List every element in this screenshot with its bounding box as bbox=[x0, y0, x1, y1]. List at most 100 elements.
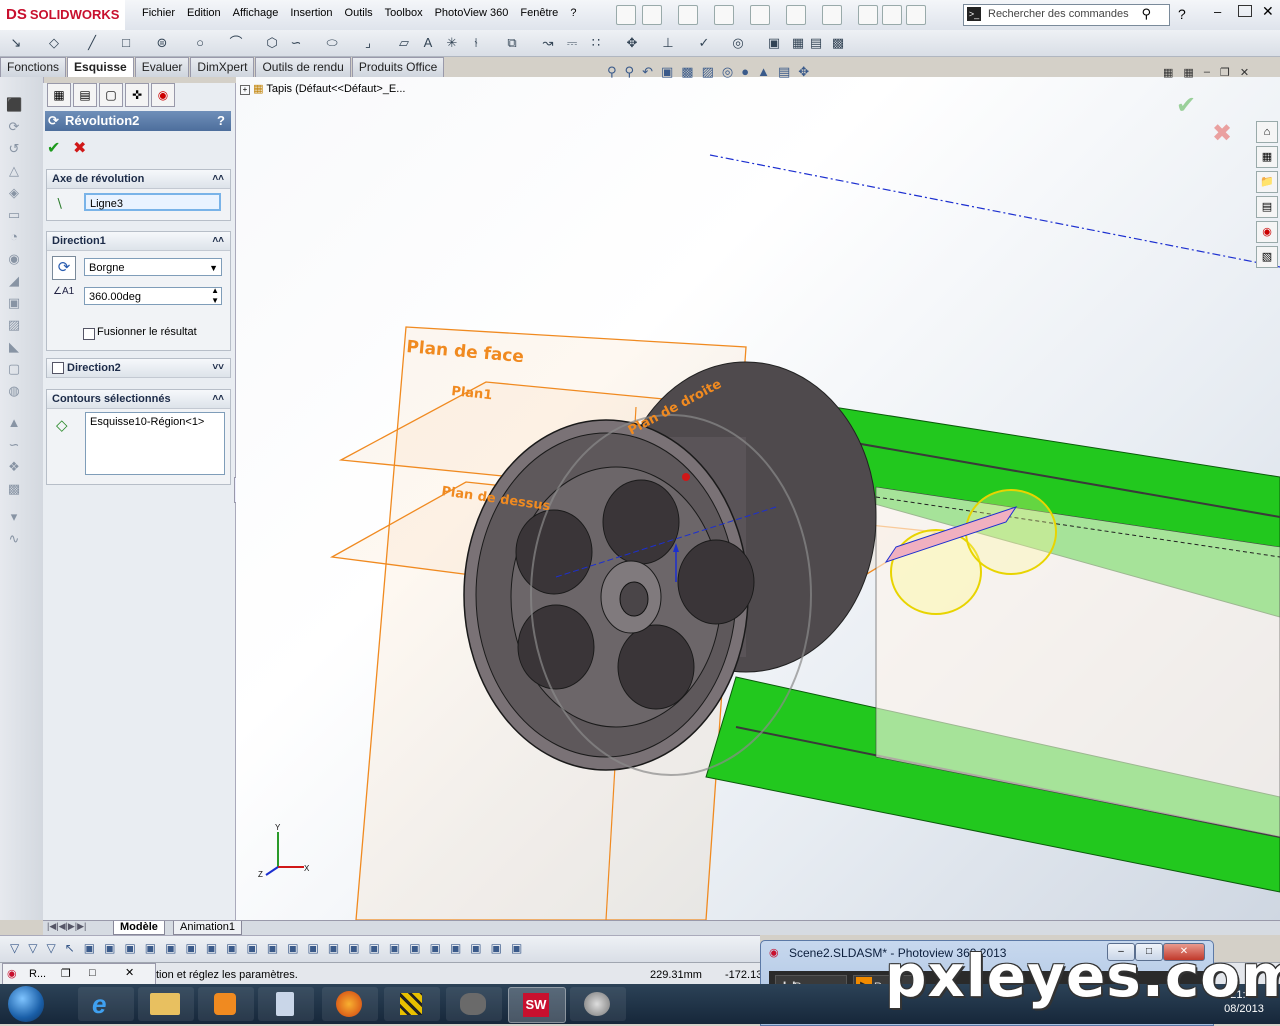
filter-sketch-icon[interactable]: ▣ bbox=[145, 941, 156, 955]
collapse-icon[interactable]: ˄˄ bbox=[212, 170, 224, 188]
open-icon[interactable] bbox=[678, 5, 698, 25]
task-close-icon[interactable]: ✕ bbox=[125, 966, 134, 979]
view-palette-icon[interactable]: ▤ bbox=[1256, 196, 1278, 218]
start-button[interactable] bbox=[8, 986, 44, 1022]
boundary-icon[interactable]: ◈ bbox=[6, 185, 22, 201]
ellipse-icon[interactable]: ⬭ bbox=[324, 35, 340, 51]
appearance-icon[interactable]: ● bbox=[741, 64, 749, 80]
fillet-feature-icon[interactable]: ◢ bbox=[6, 273, 22, 289]
menu-insertion[interactable]: Insertion bbox=[284, 7, 338, 19]
tab-animation1[interactable]: Animation1 bbox=[173, 921, 243, 935]
direction2-checkbox[interactable] bbox=[52, 362, 64, 374]
spin-icon[interactable]: ▲ ▼ bbox=[211, 286, 219, 306]
tab-scroll-icon[interactable]: |◀|◀|▶|▶| bbox=[47, 921, 86, 932]
rapid-sketch-icon[interactable]: ▣ bbox=[766, 35, 782, 51]
appearances-icon[interactable]: ◉ bbox=[1256, 221, 1278, 243]
file-explorer-taskbar-icon[interactable] bbox=[138, 987, 194, 1021]
collapse-icon[interactable]: ˄˄ bbox=[212, 232, 224, 250]
filter-surface-icon[interactable]: ▣ bbox=[267, 941, 278, 955]
cancel-button[interactable]: ✖ bbox=[73, 138, 86, 158]
reverse-direction-icon[interactable]: ⟳ bbox=[52, 256, 76, 280]
scene-icon[interactable]: ▲ bbox=[757, 64, 770, 80]
cut-revolve-icon[interactable]: ◔ bbox=[6, 229, 22, 245]
quick-snaps-icon[interactable]: ◎ bbox=[730, 35, 746, 51]
instant3d-icon[interactable]: ❖ bbox=[6, 459, 22, 475]
solidworks-logo[interactable]: DS SOLIDWORKS bbox=[0, 0, 125, 30]
confirm-corner-ok-icon[interactable]: ✔ bbox=[1176, 91, 1196, 120]
sweep-icon[interactable]: ↺ bbox=[6, 141, 22, 157]
display-manager-icon[interactable]: ◉ bbox=[151, 83, 175, 107]
command-search[interactable]: >_ Rechercher des commandes ⚲ bbox=[963, 4, 1170, 26]
curves-icon[interactable]: ∽ bbox=[6, 437, 22, 453]
help-icon[interactable]: ? bbox=[1178, 6, 1186, 22]
offset-icon[interactable]: ↝ bbox=[540, 35, 556, 51]
filter-dimension-icon[interactable]: ▣ bbox=[226, 941, 237, 955]
plane-icon[interactable]: ▱ bbox=[396, 35, 412, 51]
spline-tools-icon[interactable]: ∿ bbox=[6, 531, 22, 547]
fillet-icon[interactable]: ⌟ bbox=[360, 35, 376, 51]
linear-pattern-icon[interactable]: ∷ bbox=[588, 35, 604, 51]
search-icon[interactable]: ⚲ bbox=[1141, 6, 1151, 22]
task-maximize-icon[interactable]: □ bbox=[89, 967, 96, 979]
close-icon[interactable]: ✕ bbox=[1262, 3, 1274, 20]
menu-fenetre[interactable]: Fenêtre bbox=[514, 7, 564, 19]
reference-geometry-icon[interactable]: ▲ bbox=[6, 415, 22, 431]
menu-affichage[interactable]: Affichage bbox=[227, 7, 285, 19]
undo-icon[interactable] bbox=[786, 5, 806, 25]
merge-result-checkbox[interactable] bbox=[83, 328, 95, 340]
arc-icon[interactable]: ⌒ bbox=[228, 35, 244, 51]
menu-toolbox[interactable]: Toolbox bbox=[379, 7, 429, 19]
media-player-icon[interactable] bbox=[198, 987, 254, 1021]
viewport-close-icon[interactable]: ✕ bbox=[1240, 66, 1249, 79]
filter-face-icon[interactable]: ▣ bbox=[124, 941, 135, 955]
dimxpert-manager-icon[interactable]: ✜ bbox=[125, 83, 149, 107]
filter-axis-icon[interactable]: ▣ bbox=[185, 941, 196, 955]
file-explorer-icon[interactable]: 📁 bbox=[1256, 171, 1278, 193]
rib-icon[interactable]: ▨ bbox=[6, 317, 22, 333]
wrap-icon[interactable]: ◍ bbox=[6, 383, 22, 399]
viewport-restore-icon[interactable]: ❐ bbox=[1220, 66, 1230, 79]
filter-gtol-icon[interactable]: ▣ bbox=[348, 941, 359, 955]
filter-vertex-icon[interactable]: ▣ bbox=[84, 941, 95, 955]
configuration-manager-icon[interactable]: ▢ bbox=[99, 83, 123, 107]
new-document-icon[interactable] bbox=[642, 5, 662, 25]
list-item[interactable]: Esquisse10-Région<1> bbox=[86, 413, 224, 431]
design-library-icon[interactable]: ▦ bbox=[1256, 146, 1278, 168]
flyout-icon[interactable]: ▾ bbox=[6, 509, 22, 525]
display-style-icon[interactable]: ▨ bbox=[702, 64, 714, 80]
help-button[interactable]: ? bbox=[217, 111, 225, 131]
hole-icon[interactable]: ◉ bbox=[6, 251, 22, 267]
polygon-icon[interactable]: ⬡ bbox=[264, 35, 280, 51]
point-icon[interactable]: ✳ bbox=[444, 35, 460, 51]
menu-help[interactable]: ? bbox=[564, 7, 582, 19]
internet-explorer-icon[interactable]: e bbox=[78, 987, 134, 1021]
filter-datum-icon[interactable]: ▣ bbox=[328, 941, 339, 955]
menu-photoview[interactable]: PhotoView 360 bbox=[429, 7, 515, 19]
file-properties-icon[interactable] bbox=[882, 5, 902, 25]
photoview-taskbar-icon[interactable] bbox=[570, 987, 626, 1021]
select-icon[interactable] bbox=[822, 5, 842, 25]
confirm-corner-cancel-icon[interactable]: ✖ bbox=[1212, 119, 1232, 148]
viewport-split-icon[interactable]: ▦ bbox=[1163, 66, 1173, 79]
task-restore-icon[interactable]: ❐ bbox=[61, 967, 71, 980]
app-yellow-icon[interactable] bbox=[384, 987, 440, 1021]
direction-type-select[interactable]: Borgne ▼ bbox=[84, 258, 222, 276]
calculator-icon[interactable] bbox=[258, 987, 314, 1021]
rectangle-icon[interactable]: □ bbox=[118, 35, 134, 51]
solidworks-resources-icon[interactable]: ⌂ bbox=[1256, 121, 1278, 143]
filter-edge-icon[interactable]: ▣ bbox=[104, 941, 115, 955]
move-entities-icon[interactable]: ✥ bbox=[624, 35, 640, 51]
search-input[interactable]: Rechercher des commandes bbox=[988, 8, 1129, 20]
axis-group-header[interactable]: Axe de révolution ˄˄ bbox=[47, 170, 230, 189]
pattern-icon[interactable]: ▣ bbox=[6, 295, 22, 311]
tab-esquisse[interactable]: Esquisse bbox=[67, 57, 134, 77]
filter-weld-icon[interactable]: ▣ bbox=[308, 941, 319, 955]
assembly-name[interactable]: Tapis (Défaut<<Défaut>_E... bbox=[266, 83, 405, 95]
ok-button[interactable]: ✔ bbox=[47, 138, 60, 158]
revolve-icon[interactable]: ⟳ bbox=[6, 119, 22, 135]
view-orientation-icon[interactable]: ▩ bbox=[681, 64, 693, 80]
instant2d-icon[interactable]: ▦ bbox=[790, 35, 806, 51]
cursor-icon[interactable]: ↖ bbox=[65, 941, 75, 955]
selected-roller[interactable] bbox=[965, 489, 1057, 575]
expand-icon[interactable]: + bbox=[240, 85, 250, 95]
